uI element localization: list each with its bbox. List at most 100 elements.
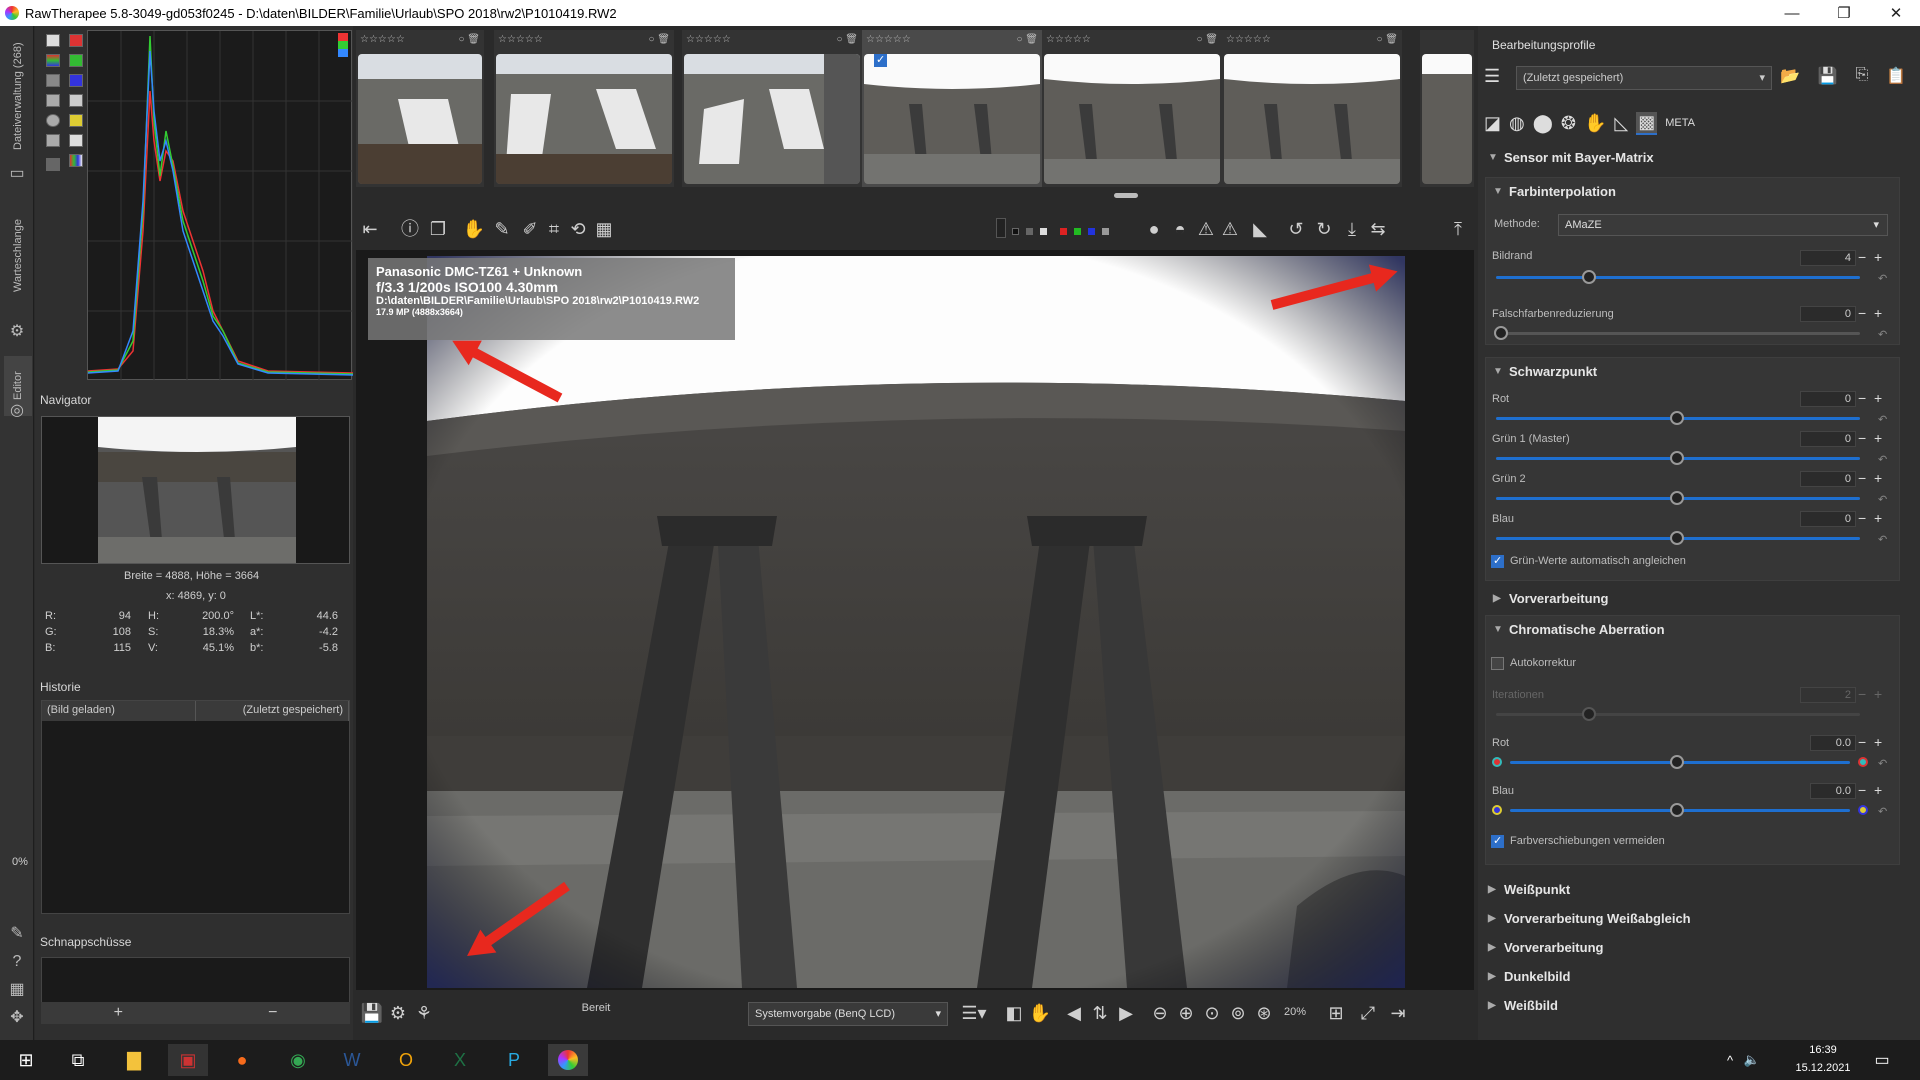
bp-blue-increase-button[interactable]: +: [1874, 511, 1882, 525]
border-slider-track[interactable]: [1496, 276, 1860, 279]
volume-icon[interactable]: 🔈: [1732, 1044, 1772, 1076]
gamut-check-icon[interactable]: ✋: [1028, 1001, 1052, 1025]
open-profile-icon[interactable]: 📂: [1780, 66, 1800, 90]
zoom-out-icon[interactable]: ⊖: [1148, 1001, 1172, 1025]
fcs-slider-knob[interactable]: [1494, 326, 1508, 340]
flip-vertical-icon[interactable]: ⤓: [1340, 217, 1364, 241]
reset-icon[interactable]: ↶: [1878, 493, 1887, 506]
zoom-fit-icon[interactable]: ⊚: [1226, 1001, 1250, 1025]
focus-icon[interactable]: ●: [1142, 217, 1166, 241]
histogram-rgbbar-toggle[interactable]: [69, 154, 83, 167]
chrome-icon[interactable]: ◉: [278, 1044, 318, 1076]
reset-icon[interactable]: ↶: [1878, 453, 1887, 466]
preview-black-toggle[interactable]: [1012, 228, 1019, 235]
bp-green2-decrease-button[interactable]: −: [1858, 471, 1866, 485]
ca-blue-value[interactable]: 0.0: [1810, 783, 1856, 799]
trash-icon[interactable]: ○ 🗑: [1376, 34, 1398, 48]
ca-red-increase-button[interactable]: +: [1874, 735, 1882, 749]
rotate-right-icon[interactable]: ↻: [1312, 217, 1336, 241]
new-detail-window-icon[interactable]: ⊞: [1324, 1001, 1348, 1025]
iterations-slider-track[interactable]: [1496, 713, 1860, 716]
tab-file-browser[interactable]: Dateiverwaltung (268): [4, 36, 32, 156]
iterations-increase-button[interactable]: +: [1874, 687, 1882, 701]
color-picker-icon[interactable]: ✐: [518, 217, 542, 241]
rating-stars[interactable]: ☆☆☆☆☆: [360, 34, 405, 48]
main-image-preview[interactable]: [427, 256, 1405, 988]
film-thumb[interactable]: ☆☆☆☆☆ ○ 🗑: [682, 30, 862, 187]
word-icon[interactable]: W: [332, 1044, 372, 1076]
histogram-scale-toggle[interactable]: [46, 94, 60, 107]
reset-icon[interactable]: ↶: [1878, 272, 1887, 285]
auto-green-checkbox[interactable]: [1491, 554, 1504, 568]
history-col-saved[interactable]: (Zuletzt gespeichert): [196, 701, 349, 721]
tab-metadata-icon[interactable]: META: [1665, 117, 1695, 129]
preprocess-wb-header[interactable]: ▶ Vorverarbeitung Weißabgleich: [1485, 907, 1900, 929]
preview-white-toggle[interactable]: [1040, 228, 1047, 235]
whitepoint-header[interactable]: ▶ Weißpunkt: [1485, 878, 1900, 900]
profile-select[interactable]: (Zuletzt gespeichert) ▾: [1516, 66, 1772, 90]
iterations-value[interactable]: 2: [1800, 687, 1856, 703]
add-snapshot-button[interactable]: +: [114, 1004, 123, 1022]
film-thumb[interactable]: [1420, 30, 1474, 187]
trash-icon[interactable]: ○ 🗑: [648, 34, 670, 48]
reset-icon[interactable]: ↶: [1878, 413, 1887, 426]
reset-icon[interactable]: ↶: [1878, 533, 1887, 546]
firefox-icon[interactable]: ●: [222, 1044, 262, 1076]
ca-red-decrease-button[interactable]: −: [1858, 735, 1866, 749]
windows-start-icon[interactable]: ⊞: [6, 1044, 46, 1076]
highlight-clip-warning-icon[interactable]: ⚠: [1218, 217, 1242, 241]
histogram-luminance-toggle[interactable]: [69, 94, 83, 107]
output-profile-select[interactable]: Systemvorgabe (BenQ LCD) ▾: [748, 1002, 948, 1026]
close-button[interactable]: ✕: [1868, 0, 1920, 26]
bp-blue-decrease-button[interactable]: −: [1858, 511, 1866, 525]
demosaic-header[interactable]: ▼ Farbinterpolation: [1490, 180, 1905, 202]
remove-snapshot-button[interactable]: −: [268, 1004, 277, 1022]
notification-icon[interactable]: ▭: [1862, 1044, 1902, 1076]
bp-red-decrease-button[interactable]: −: [1858, 391, 1866, 405]
preview-grey-toggle[interactable]: [1026, 228, 1033, 235]
film-thumb[interactable]: ☆☆☆☆☆ ○ 🗑: [1222, 30, 1402, 187]
fcs-value[interactable]: 0: [1800, 306, 1856, 322]
sensor-header[interactable]: ▼ Sensor mit Bayer-Matrix: [1485, 146, 1900, 168]
profile-list-icon[interactable]: ☰: [1484, 66, 1508, 90]
histogram-mode-toggle[interactable]: [46, 74, 60, 87]
rating-stars[interactable]: ☆☆☆☆☆: [1046, 34, 1091, 48]
before-after-icon[interactable]: ❐: [426, 217, 450, 241]
tab-detail-icon[interactable]: ◍: [1509, 113, 1525, 134]
histogram-bar-toggle[interactable]: [69, 114, 83, 127]
histogram-red-toggle[interactable]: [69, 34, 83, 47]
bp-blue-slider-knob[interactable]: [1670, 531, 1684, 545]
grid-icon[interactable]: ▦: [7, 980, 27, 1000]
folder-icon[interactable]: ▭: [7, 164, 27, 184]
previous-image-icon[interactable]: ◀: [1062, 1001, 1086, 1025]
external-editor-icon[interactable]: ⚘: [412, 1001, 436, 1025]
bp-green1-increase-button[interactable]: +: [1874, 431, 1882, 445]
blackpoint-header[interactable]: ▼ Schwarzpunkt: [1490, 360, 1905, 382]
rating-stars[interactable]: ☆☆☆☆☆: [866, 34, 911, 48]
bp-green2-value[interactable]: 0: [1800, 471, 1856, 487]
rating-stars[interactable]: ☆☆☆☆☆: [498, 34, 543, 48]
move-icon[interactable]: ✥: [7, 1008, 27, 1028]
minimize-button[interactable]: —: [1764, 0, 1820, 26]
shadow-clip-warning-icon[interactable]: ⚠: [1194, 217, 1218, 241]
clock-date[interactable]: 15.12.2021: [1788, 1062, 1858, 1074]
histogram-display-toggle[interactable]: [46, 134, 60, 147]
iterations-slider-knob[interactable]: [1582, 707, 1596, 721]
bp-green2-slider-knob[interactable]: [1670, 491, 1684, 505]
white-balance-picker-icon[interactable]: ✎: [490, 217, 514, 241]
hand-tool-icon[interactable]: ✋: [462, 217, 486, 241]
flatfield-header[interactable]: ▶ Weißbild: [1485, 994, 1900, 1016]
preprocessing-header[interactable]: ▶ Vorverarbeitung: [1490, 587, 1905, 609]
preview-luminance-toggle[interactable]: [1102, 228, 1109, 235]
iterations-decrease-button[interactable]: −: [1858, 687, 1866, 701]
border-slider-knob[interactable]: [1582, 270, 1596, 284]
ca-blue-slider-knob[interactable]: [1670, 803, 1684, 817]
history-col-loaded[interactable]: (Bild geladen): [42, 701, 196, 721]
hide-left-panel-icon[interactable]: ⇤: [358, 217, 382, 241]
tab-queue[interactable]: Warteschlange: [4, 201, 32, 311]
ca-red-slider-knob[interactable]: [1670, 755, 1684, 769]
preview-green-toggle[interactable]: [1074, 228, 1081, 235]
rotate-left-icon[interactable]: ↺: [1284, 217, 1308, 241]
gears-icon[interactable]: ⚙: [7, 322, 27, 342]
app-icon[interactable]: P: [494, 1044, 534, 1076]
